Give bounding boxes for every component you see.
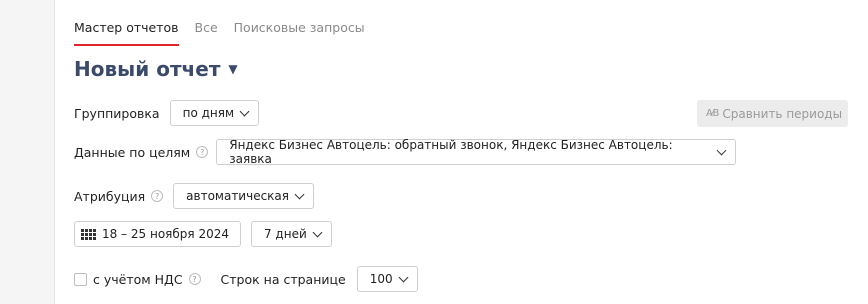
report-tabs: Мастер отчетов Все Поисковые запросы (74, 20, 381, 46)
rows-per-page-select[interactable]: 100 (356, 266, 418, 292)
period-select[interactable]: 7 дней (250, 221, 332, 247)
calendar-icon (81, 228, 96, 240)
grouping-select[interactable]: по дням (169, 100, 260, 126)
period-value: 7 дней (263, 227, 307, 241)
chevron-down-icon (398, 272, 409, 282)
chevron-down-icon (294, 189, 305, 199)
report-title[interactable]: Новый отчет ▼ (74, 57, 238, 81)
report-panel: Мастер отчетов Все Поисковые запросы Нов… (54, 0, 868, 304)
attribution-label: Атрибуция (74, 188, 146, 204)
grouping-value: по дням (182, 106, 235, 120)
chevron-down-icon (239, 106, 250, 116)
compare-periods-button: A⁄B Сравнить периоды (697, 100, 848, 127)
goals-row: Данные по целям ? Яндекс Бизнес Автоцель… (74, 138, 737, 166)
grouping-row: Группировка по дням (74, 100, 260, 126)
help-icon[interactable]: ? (196, 146, 209, 158)
goals-value: Яндекс Бизнес Автоцель: обратный звонок,… (229, 138, 673, 166)
date-range-picker[interactable]: 18 – 25 ноября 2024 (74, 221, 241, 247)
tab-search-queries[interactable]: Поисковые запросы (234, 20, 365, 46)
date-row: 18 – 25 ноября 2024 7 дней (74, 221, 332, 247)
compare-periods-label: Сравнить периоды (722, 106, 843, 121)
chevron-down-icon (716, 145, 727, 155)
rows-per-page-label: Строк на странице (220, 271, 346, 287)
grouping-label: Группировка (74, 105, 160, 121)
caret-down-icon: ▼ (228, 62, 238, 76)
vat-label: с учётом НДС (93, 271, 183, 287)
date-range-value: 18 – 25 ноября 2024 (102, 227, 229, 241)
help-icon[interactable]: ? (188, 273, 201, 285)
options-row: с учётом НДС ? Строк на странице 100 (74, 266, 418, 292)
attribution-value: автоматическая (186, 189, 289, 203)
goals-select[interactable]: Яндекс Бизнес Автоцель: обратный звонок,… (216, 138, 737, 166)
chevron-down-icon (312, 227, 323, 237)
tab-report-master[interactable]: Мастер отчетов (74, 20, 179, 46)
attribution-select[interactable]: автоматическая (173, 183, 314, 209)
compare-periods-icon: A⁄B (706, 108, 719, 119)
help-icon[interactable]: ? (151, 190, 164, 202)
rows-per-page-value: 100 (369, 272, 393, 286)
goals-label: Данные по целям (74, 144, 191, 160)
vat-checkbox[interactable] (74, 272, 87, 286)
attribution-row: Атрибуция ? автоматическая (74, 183, 314, 209)
report-title-text: Новый отчет (74, 57, 221, 81)
tab-all[interactable]: Все (195, 20, 218, 46)
